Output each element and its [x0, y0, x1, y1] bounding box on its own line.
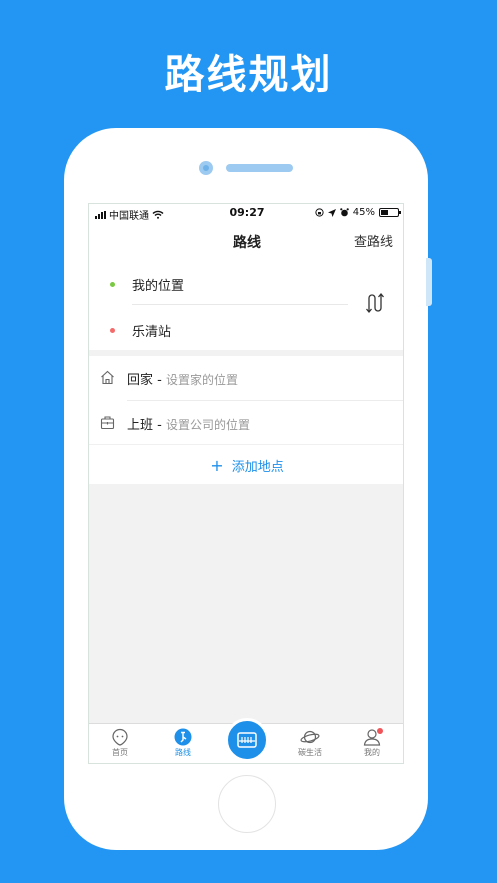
end-location-row[interactable]: 乐清站 — [89, 310, 359, 350]
home-icon — [101, 370, 114, 385]
home-place-hint: 设置家的位置 — [165, 372, 238, 387]
tab-carbon-life[interactable]: 碳生活 — [287, 726, 333, 763]
battery-fill — [381, 210, 388, 215]
bus-card-icon — [237, 732, 257, 748]
plus-icon: + — [210, 455, 224, 475]
bus-card-button[interactable] — [225, 718, 269, 762]
app-screen: 中国联通 09:27 45% 路线 查路线 我的位置 乐清站 回家 - 设置家的… — [88, 203, 404, 764]
home-place-separator: - — [153, 372, 166, 388]
front-camera — [199, 161, 213, 175]
nav-bar: 路线 查路线 — [89, 222, 403, 260]
end-location-label: 乐清站 — [132, 324, 172, 340]
tab-profile-label: 我的 — [364, 748, 380, 757]
phone-side-button — [426, 258, 432, 306]
home-place-label: 回家 — [127, 372, 154, 388]
home-chat-icon — [112, 728, 128, 746]
notification-badge — [377, 728, 383, 734]
end-dot-icon — [110, 327, 115, 333]
route-divider — [132, 304, 348, 305]
home-button[interactable] — [218, 775, 276, 833]
status-right: 45% — [315, 207, 401, 218]
alarm-icon — [339, 208, 349, 217]
battery-icon — [379, 208, 401, 217]
work-place-hint: 设置公司的位置 — [165, 417, 250, 432]
work-place-text: 上班 - 设置公司的位置 — [127, 414, 250, 433]
planet-icon — [300, 730, 320, 744]
route-icon — [174, 728, 192, 746]
add-place-button[interactable]: + 添加地点 — [89, 444, 403, 485]
tab-carbon-life-label: 碳生活 — [298, 748, 322, 757]
tab-route-label: 路线 — [175, 748, 191, 757]
lock-rotation-icon — [315, 208, 324, 217]
swap-route-icon[interactable] — [365, 292, 385, 314]
banner-title: 路线规划 — [164, 52, 333, 98]
start-location-label: 我的位置 — [132, 278, 185, 294]
briefcase-icon — [100, 416, 115, 430]
location-arrow-icon — [327, 208, 336, 217]
add-place-label: 添加地点 — [231, 459, 284, 475]
work-place-row[interactable]: 上班 - 设置公司的位置 — [89, 401, 403, 445]
tab-profile[interactable]: 我的 — [349, 726, 395, 763]
tab-route[interactable]: 路线 — [160, 726, 206, 763]
battery-percent: 45% — [352, 207, 375, 218]
search-route-button[interactable]: 查路线 — [354, 231, 393, 250]
start-dot-icon — [110, 281, 115, 287]
tab-bar: 首页 路线 碳生活 我的 — [89, 718, 403, 763]
home-place-text: 回家 - 设置家的位置 — [127, 369, 238, 388]
saved-places: 回家 - 设置家的位置 上班 - 设置公司的位置 + 添加地点 — [89, 356, 403, 485]
status-bar: 中国联通 09:27 45% — [89, 204, 403, 222]
tab-home[interactable]: 首页 — [97, 726, 143, 763]
tab-home-label: 首页 — [112, 748, 128, 757]
work-place-label: 上班 — [127, 417, 154, 433]
start-location-row[interactable]: 我的位置 — [89, 264, 359, 304]
work-place-separator: - — [153, 417, 166, 433]
route-card: 我的位置 乐清站 — [89, 260, 403, 350]
earpiece-speaker — [226, 164, 293, 172]
home-place-row[interactable]: 回家 - 设置家的位置 — [89, 356, 403, 400]
